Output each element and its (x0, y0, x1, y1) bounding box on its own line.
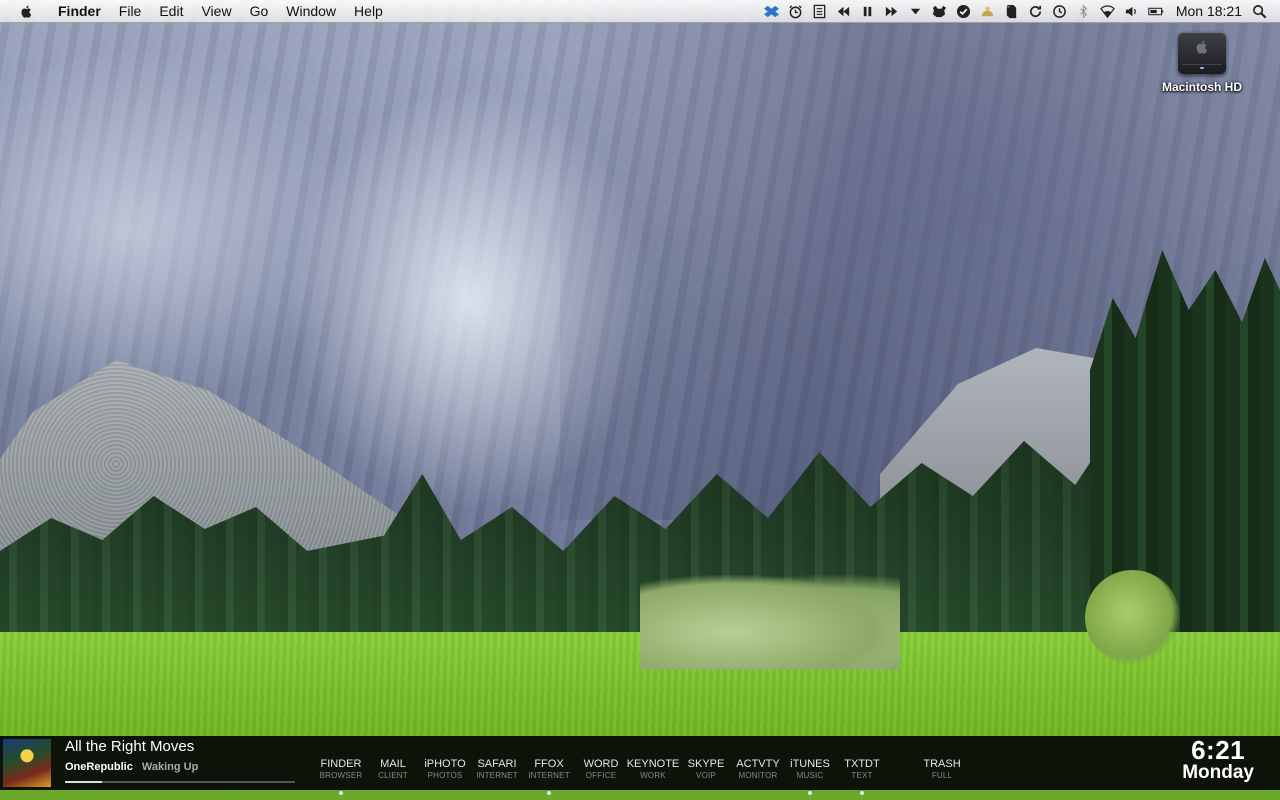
dock-item-name: SKYPE (687, 758, 725, 770)
growl-icon[interactable] (932, 3, 948, 19)
desktop-wallpaper (0, 0, 1280, 800)
status-menus: Mon 18:21 (760, 0, 1280, 22)
dock-item-ffox[interactable]: FFOX INTERNET (522, 736, 576, 795)
dock-item-safari[interactable]: SAFARI INTERNET (472, 736, 522, 790)
evernote-icon[interactable] (1004, 3, 1020, 19)
time-machine-icon[interactable] (1052, 3, 1068, 19)
dock-item-name: KEYNOTE (626, 758, 680, 770)
media-next-icon[interactable] (884, 3, 900, 19)
dock-item-subtitle: INTERNET (476, 771, 518, 780)
dock-item-keynote[interactable]: KEYNOTE WORK (626, 736, 680, 790)
dock-item-name: ACTVTY (736, 758, 780, 770)
menubar-clock[interactable]: Mon 18:21 (1168, 3, 1252, 19)
dock-item-itunes[interactable]: iTUNES MUSIC (784, 736, 836, 795)
running-indicator (547, 791, 551, 795)
dock-item-subtitle: BROWSER (319, 771, 363, 780)
track-album: Waking Up (141, 761, 199, 773)
dock: FINDER BROWSER MAIL CLIENT iPHOTO PHOTOS SAFAR… (314, 736, 968, 795)
dock-item-name: SAFARI (477, 758, 517, 770)
track-progress-bar[interactable] (65, 781, 295, 783)
bottom-strip (0, 790, 1280, 800)
spotlight-icon[interactable] (1252, 3, 1268, 19)
volume-icon[interactable] (1124, 3, 1140, 19)
menu-bar: Finder File Edit View Go Window Help Mon… (0, 0, 1280, 23)
cloud-app-icon[interactable] (980, 3, 996, 19)
dock-item-subtitle: OFFICE (585, 771, 617, 780)
menu-edit[interactable]: Edit (150, 0, 192, 22)
menu-file[interactable]: File (110, 0, 151, 22)
media-prev-icon[interactable] (836, 3, 852, 19)
dock-item-name: TXTDT (844, 758, 880, 770)
dock-item-subtitle: VOIP (696, 771, 716, 780)
menu-window[interactable]: Window (277, 0, 345, 22)
wallpaper-bush (1085, 570, 1180, 665)
menu-help[interactable]: Help (345, 0, 392, 22)
dock-item-mail[interactable]: MAIL CLIENT (368, 736, 418, 790)
menu-view[interactable]: View (192, 0, 240, 22)
dock-item-iphoto[interactable]: iPHOTO PHOTOS (418, 736, 472, 790)
hard-drive-icon (1178, 32, 1226, 74)
dock-item-name: iPHOTO (424, 758, 466, 770)
dock-item-name: TRASH (923, 758, 961, 770)
dock-item-txtdt[interactable]: TXTDT TEXT (836, 736, 888, 795)
track-progress-fill (65, 781, 102, 783)
desktop-icon-label: Macintosh HD (1161, 80, 1242, 94)
dock-item-subtitle: WORK (640, 771, 666, 780)
menu-go[interactable]: Go (241, 0, 278, 22)
dock-item-name: FINDER (320, 758, 362, 770)
dock-item-subtitle: TEXT (851, 771, 873, 780)
dock-item-trash[interactable]: TRASH FULL (916, 736, 968, 790)
track-artist: OneRepublic (65, 761, 133, 773)
wifi-icon[interactable] (1100, 3, 1116, 19)
dock-item-subtitle: FULL (931, 771, 953, 780)
checkmark-icon[interactable] (956, 3, 972, 19)
dock-item-subtitle: INTERNET (528, 771, 570, 780)
dock-item-subtitle: CLIENT (378, 771, 408, 780)
menu-app-finder[interactable]: Finder (49, 0, 110, 22)
battery-icon[interactable] (1148, 3, 1164, 19)
dropbox-icon[interactable] (764, 3, 780, 19)
dock-item-skype[interactable]: SKYPE VOIP (680, 736, 732, 790)
dock-item-subtitle: MUSIC (796, 771, 824, 780)
track-meta: OneRepublic Waking Up (65, 761, 198, 773)
dock-item-subtitle: MONITOR (738, 771, 778, 780)
dock-item-name: WORD (583, 758, 619, 770)
clock-widget: 6:21 Monday (1182, 737, 1254, 783)
dock-item-subtitle: PHOTOS (427, 771, 463, 780)
wallpaper-bushes (640, 575, 900, 670)
bottom-bar: All the Right Moves OneRepublic Waking U… (0, 736, 1280, 795)
notes-icon[interactable] (812, 3, 828, 19)
dock-item-name: FFOX (534, 758, 564, 770)
running-indicator (339, 791, 343, 795)
running-indicator (860, 791, 864, 795)
media-pause-icon[interactable] (860, 3, 876, 19)
album-art[interactable] (3, 739, 51, 787)
dock-item-finder[interactable]: FINDER BROWSER (314, 736, 368, 795)
sync-icon[interactable] (1028, 3, 1044, 19)
dropdown-arrow-icon[interactable] (908, 3, 924, 19)
dock-item-word[interactable]: WORD OFFICE (576, 736, 626, 790)
dock-item-name: MAIL (380, 758, 406, 770)
dock-item-actvty[interactable]: ACTVTY MONITOR (732, 736, 784, 790)
bluetooth-icon[interactable] (1076, 3, 1092, 19)
alarm-clock-icon[interactable] (788, 3, 804, 19)
dock-item-name: iTUNES (790, 758, 830, 770)
track-title: All the Right Moves (65, 738, 195, 755)
desktop-icon-macintosh-hd[interactable]: Macintosh HD (1152, 32, 1252, 94)
running-indicator (808, 791, 812, 795)
apple-menu-icon[interactable] (19, 3, 35, 19)
clock-widget-day: Monday (1182, 762, 1254, 783)
clock-widget-time: 6:21 (1191, 735, 1246, 765)
